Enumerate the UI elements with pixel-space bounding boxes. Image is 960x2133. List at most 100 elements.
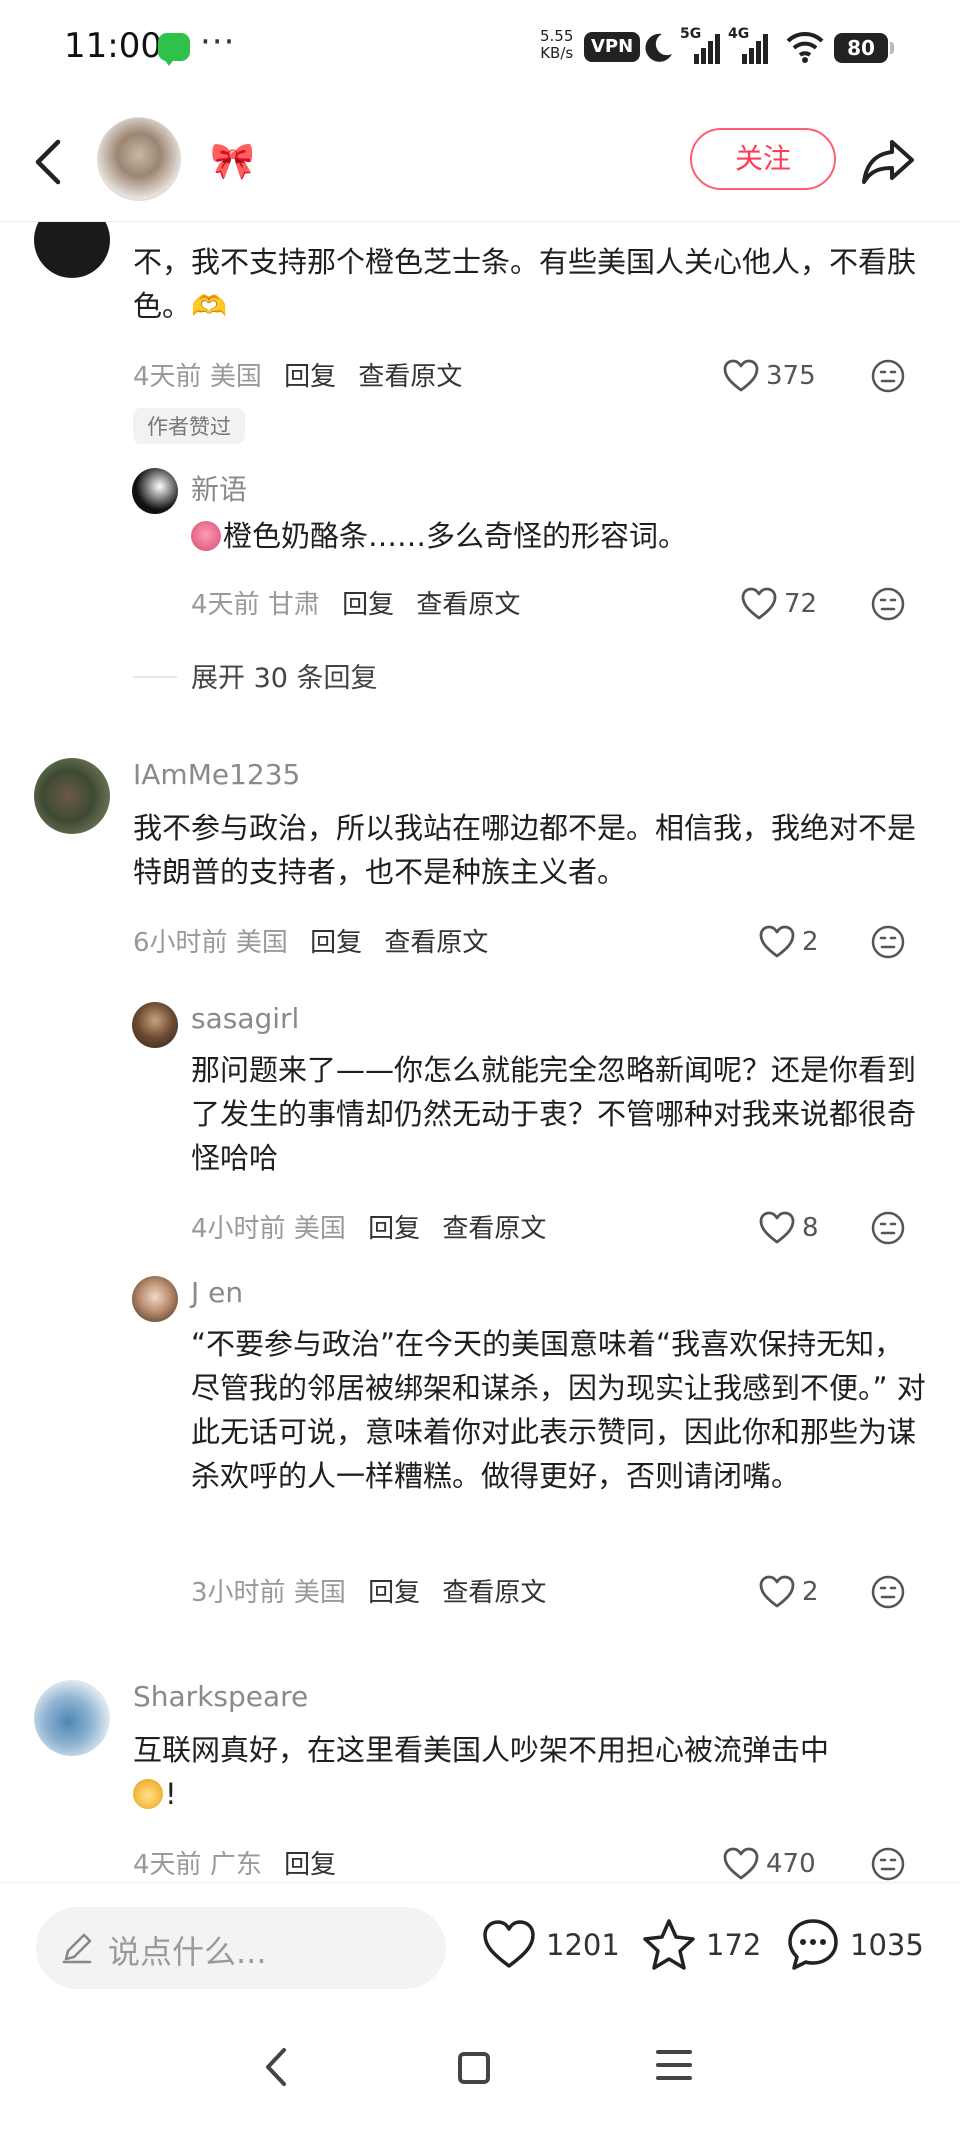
like-count: 375 <box>766 361 816 391</box>
comment-location: 美国 <box>235 928 288 958</box>
view-original-button[interactable]: 查看原文 <box>442 1578 546 1608</box>
sticker-emoji-icon <box>191 521 221 551</box>
share-arrow-icon[interactable] <box>860 136 916 186</box>
network-speed-value: 5.55 <box>540 27 574 45</box>
nav-recents-icon[interactable] <box>656 2050 692 2084</box>
reply-avatar[interactable] <box>132 1276 178 1322</box>
message-app-icon <box>158 33 190 66</box>
like-button[interactable]: 375 <box>722 356 816 396</box>
reply-text-content: 橙色奶酪条……多么奇怪的形容词。 <box>223 519 688 553</box>
like-count: 8 <box>802 1213 819 1243</box>
reply-username[interactable]: sasagirl <box>191 1002 299 1035</box>
comment-avatar[interactable] <box>34 1680 110 1756</box>
comment-username[interactable]: IAmMe1235 <box>133 758 300 791</box>
reply-avatar[interactable] <box>132 468 178 514</box>
system-nav-bar <box>0 2012 960 2133</box>
comment-text-content: 互联网真好，在这里看美国人吵架不用担心被流弹击中 <box>133 1733 830 1767</box>
reply-button[interactable]: 回复 <box>368 1214 420 1244</box>
comment-text: 不，我不支持那个橙色芝士条。有些美国人关心他人，不看肤色。🫶 <box>133 245 917 323</box>
comment-input[interactable]: 说点什么... <box>36 1907 446 1989</box>
reply-button[interactable]: 回复 <box>342 590 394 620</box>
nav-back-icon[interactable] <box>258 2044 294 2090</box>
reply-button[interactable]: 回复 <box>284 1850 336 1880</box>
pencil-icon <box>62 1933 92 1964</box>
reply-text: 橙色奶酪条……多么奇怪的形容词。 <box>191 514 931 558</box>
emoji-reaction-icon[interactable] <box>870 358 906 394</box>
heart-icon <box>723 1847 759 1880</box>
reply-username[interactable]: 新语 <box>191 468 247 508</box>
reply-avatar[interactable] <box>132 1002 178 1048</box>
back-chevron-icon[interactable] <box>26 136 70 188</box>
post-favorite-count: 172 <box>706 1928 762 1962</box>
emoji-reaction-icon[interactable] <box>870 924 906 960</box>
heart-icon <box>759 925 795 958</box>
comment-avatar[interactable] <box>34 222 110 278</box>
post-favorite-button[interactable]: 172 <box>640 1913 761 1977</box>
heart-icon <box>759 1575 795 1608</box>
author-liked-tag: 作者赞过 <box>133 408 245 444</box>
author-avatar[interactable] <box>97 117 181 201</box>
vpn-badge: VPN <box>584 32 641 62</box>
heart-icon <box>759 1211 795 1244</box>
comment-text: 我不参与政治，所以我站在哪边都不是。相信我，我绝对不是特朗普的支持者，也不是种族… <box>133 811 917 889</box>
post-comment-count: 1035 <box>850 1928 924 1962</box>
network-speed: 5.55 KB/s <box>540 28 573 62</box>
nav-home-icon[interactable] <box>458 2052 490 2084</box>
view-original-button[interactable]: 查看原文 <box>358 362 462 392</box>
signal-4g-icon: 4G <box>728 26 770 66</box>
like-count: 2 <box>802 927 819 957</box>
reply-text: 那问题来了——你怎么就能完全忽略新闻呢？还是你看到了发生的事情却仍然无动于衷？不… <box>191 1053 917 1175</box>
reply-meta: 3小时前 美国 回复 查看原文 <box>191 1572 546 1609</box>
reply-button[interactable]: 回复 <box>368 1578 420 1608</box>
comment-time: 4天前 <box>133 1850 202 1880</box>
emoji-reaction-icon[interactable] <box>870 1574 906 1610</box>
reply-location: 甘肃 <box>267 590 320 620</box>
comment-input-placeholder: 说点什么... <box>108 1933 267 1971</box>
like-button[interactable]: 2 <box>758 1572 819 1612</box>
chat-bubble-icon <box>788 1919 838 1970</box>
signal-5g-label: 5G <box>680 26 702 42</box>
signal-5g-icon: 5G <box>680 26 722 66</box>
comment-text: 互联网真好，在这里看美国人吵架不用担心被流弹击中 ! <box>133 1728 923 1816</box>
reply-meta: 4天前 甘肃 回复 查看原文 <box>191 584 520 621</box>
emoji-reaction-icon[interactable] <box>870 1210 906 1246</box>
like-button[interactable]: 2 <box>758 922 819 962</box>
like-count: 2 <box>802 1577 819 1607</box>
like-count: 470 <box>766 1849 816 1879</box>
expand-replies-button[interactable]: 展开 30 条回复 <box>191 656 378 695</box>
follow-button[interactable]: 关注 <box>690 128 836 190</box>
comment-time: 4天前 <box>133 362 202 392</box>
post-comment-button[interactable]: 1035 <box>784 1913 924 1977</box>
comment-location: 广东 <box>209 1850 262 1880</box>
emoji-reaction-icon[interactable] <box>870 586 906 622</box>
like-button[interactable]: 8 <box>758 1208 819 1248</box>
bottom-action-bar: 说点什么... 1201 172 1035 <box>0 1882 960 2012</box>
comment-location: 美国 <box>209 362 262 392</box>
author-nickname-bow[interactable]: 🎀 <box>210 140 255 182</box>
like-button[interactable]: 470 <box>722 1844 816 1882</box>
heart-icon <box>483 1920 535 1968</box>
reply-time: 3小时前 <box>191 1578 286 1608</box>
post-like-button[interactable]: 1201 <box>480 1913 620 1977</box>
view-original-button[interactable]: 查看原文 <box>416 590 520 620</box>
comment-username[interactable]: Sharkspeare <box>133 1680 308 1713</box>
status-bar: 11:00 ··· 5.55 KB/s VPN 5G 4G 80 <box>0 0 960 96</box>
comment-meta: 6小时前 美国 回复 查看原文 <box>133 922 488 959</box>
reply-button[interactable]: 回复 <box>310 928 362 958</box>
battery-icon: 80 <box>834 33 894 63</box>
like-button[interactable]: 72 <box>740 584 817 624</box>
sticker-emoji-icon <box>133 1779 163 1809</box>
reply-time: 4小时前 <box>191 1214 286 1244</box>
reply-location: 美国 <box>293 1214 346 1244</box>
reply-username[interactable]: J en <box>191 1276 243 1309</box>
emoji-reaction-icon[interactable] <box>870 1846 906 1882</box>
moon-icon <box>645 33 672 62</box>
reply-text: “不要参与政治”在今天的美国意味着“我喜欢保持无知，尽管我的邻居被绑架和谋杀，因… <box>191 1327 926 1493</box>
post-header: 🎀 关注 <box>0 96 960 222</box>
comment-list: 不，我不支持那个橙色芝士条。有些美国人关心他人，不看肤色。🫶 4天前 美国 回复… <box>0 222 960 1882</box>
heart-icon <box>741 587 777 620</box>
view-original-button[interactable]: 查看原文 <box>442 1214 546 1244</box>
view-original-button[interactable]: 查看原文 <box>384 928 488 958</box>
comment-avatar[interactable] <box>34 758 110 834</box>
reply-button[interactable]: 回复 <box>284 362 336 392</box>
